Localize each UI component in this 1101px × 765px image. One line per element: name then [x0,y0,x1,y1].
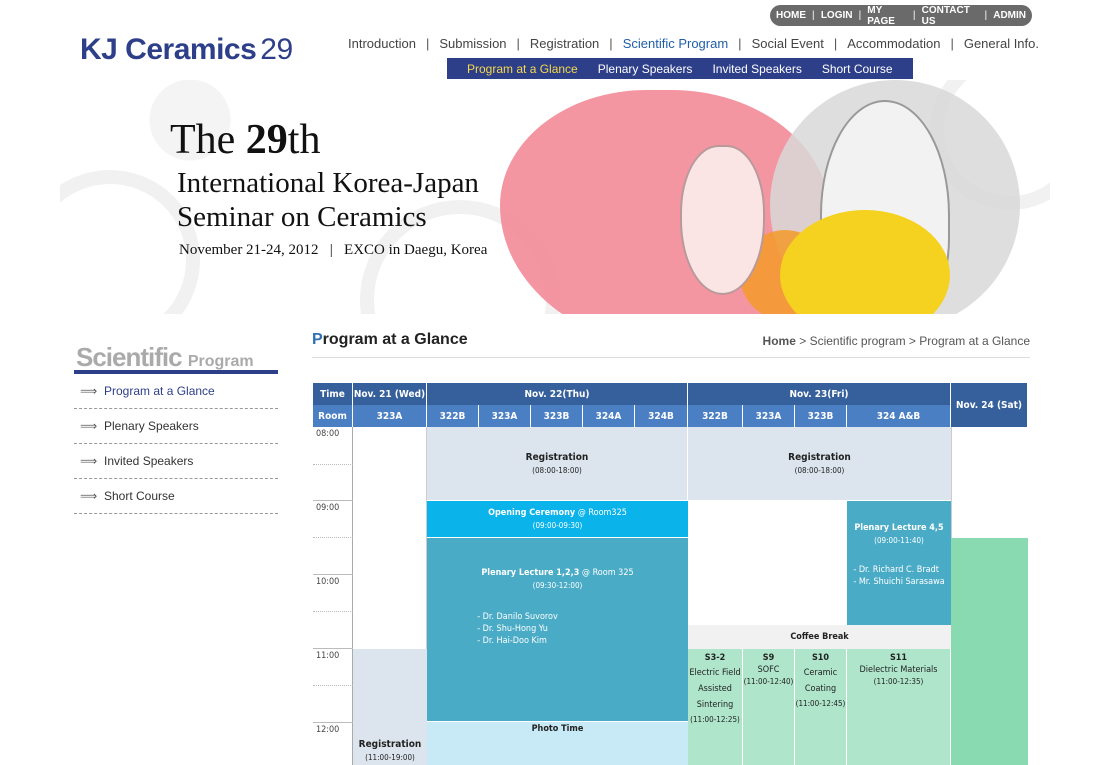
room-header: 324A [583,405,635,427]
time-column: 08:00 09:00 10:00 11:00 12:00 [313,427,353,765]
arrow-right-icon: ⟹ [80,419,98,433]
registration-wed[interactable]: Registration (11:00-19:00) [353,649,427,765]
arrow-right-icon: ⟹ [80,489,98,503]
sidebar-menu: ⟹ Program at a Glance ⟹ Plenary Speakers ⟹… [74,374,278,514]
sidebar-item-program-at-a-glance[interactable]: ⟹ Program at a Glance [74,374,278,409]
util-contact-link[interactable]: CONTACT US [916,5,985,27]
subnav-plenary-speakers[interactable]: Plenary Speakers [588,62,703,76]
sub-nav: Program at a Glance Plenary Speakers Inv… [447,58,913,79]
registration-thu[interactable]: Registration (08:00-18:00) [427,427,688,500]
arrow-right-icon: ⟹ [80,384,98,398]
sidebar-item-invited-speakers[interactable]: ⟹ Invited Speakers [74,444,278,479]
room-header: 323A [479,405,531,427]
plenary-lecture-4-5[interactable]: Plenary Lecture 4,5 (09:00-11:40) - Dr. … [847,501,951,625]
arrow-right-icon: ⟹ [80,454,98,468]
divider [312,357,1030,358]
subnav-short-course[interactable]: Short Course [812,62,903,76]
header-day-thu: Nov. 22(Thu) [427,383,688,405]
header-time: Time [313,383,353,405]
saturday-block[interactable] [951,538,1028,765]
room-header: 324B [635,405,688,427]
sidebar-item-short-course[interactable]: ⟹ Short Course [74,479,278,514]
banner-subtitle: International Korea-Japan Seminar on Cera… [177,167,479,233]
hero-banner: The 29th International Korea-Japan Semina… [60,80,1050,314]
header-day-wed: Nov. 21 (Wed) [353,383,427,405]
utility-nav: HOME | LOGIN | MY PAGE | CONTACT US | ADMIN [770,5,1032,27]
util-login-link[interactable]: LOGIN [815,10,859,21]
coffee-break[interactable]: Coffee Break [688,625,951,649]
empty-slot [951,427,1028,538]
session-s3-2[interactable]: S3-2 Electric Field Assisted Sintering (… [688,649,743,765]
nav-introduction[interactable]: Introduction [348,36,416,51]
room-header: 323B [795,405,847,427]
banner-title: The 29th [170,117,321,163]
room-header: 323A [353,405,427,427]
room-header: 324 A&B [847,405,951,427]
room-header: 322B [427,405,479,427]
empty-slot [688,501,847,625]
header-room: Room [313,405,353,427]
page-title: Program at a Glance [312,331,468,348]
header-day-fri: Nov. 23(Fri) [688,383,951,405]
room-header: 323A [743,405,795,427]
nav-registration[interactable]: Registration [530,36,599,51]
subnav-invited-speakers[interactable]: Invited Speakers [702,62,811,76]
time-label: 09:00 [316,503,340,513]
header-day-sat: Nov. 24 (Sat) [951,383,1028,427]
session-s11[interactable]: S11 Dielectric Materials (11:00-12:35) [847,649,951,765]
nav-accommodation[interactable]: Accommodation [847,36,940,51]
opening-ceremony[interactable]: Opening Ceremony @ Room325 (09:00-09:30) [427,501,688,537]
sidebar-item-plenary-speakers[interactable]: ⟹ Plenary Speakers [74,409,278,444]
time-label: 12:00 [316,725,340,735]
room-header: 322B [688,405,743,427]
site-logo[interactable]: KJ Ceramics 29 [80,33,293,67]
util-home-link[interactable]: HOME [770,10,812,21]
registration-fri[interactable]: Registration (08:00-18:00) [688,427,951,500]
empty-slot [353,427,427,649]
time-label: 11:00 [316,651,340,661]
session-s9[interactable]: S9 SOFC (11:00-12:40) [743,649,795,765]
breadcrumb: Home > Scientific program > Program at a… [762,334,1030,348]
plenary-lecture-1-2-3[interactable]: Plenary Lecture 1,2,3 @ Room 325 (09:30-… [427,538,688,721]
subnav-program-at-a-glance[interactable]: Program at a Glance [457,62,588,76]
session-s10[interactable]: S10 Ceramic Coating (11:00-12:45) [795,649,847,765]
banner-date-venue: November 21-24, 2012 | EXCO in Daegu, Ko… [179,242,488,258]
util-admin-link[interactable]: ADMIN [987,10,1032,21]
nav-scientific-program[interactable]: Scientific Program [623,36,728,51]
breadcrumb-home-link[interactable]: Home [763,334,796,348]
nav-submission[interactable]: Submission [439,36,506,51]
photo-time[interactable]: Photo Time [427,722,688,765]
nav-social-event[interactable]: Social Event [752,36,824,51]
util-mypage-link[interactable]: MY PAGE [861,5,913,27]
schedule-table: Time Nov. 21 (Wed) Nov. 22(Thu) Nov. 23(… [313,383,1028,765]
nav-general-info[interactable]: General Info. [964,36,1039,51]
sidebar-title: Scientific Program [76,342,254,372]
time-label: 10:00 [316,577,340,587]
banner-mask-small [680,145,765,295]
main-nav: Introduction | Submission | Registration | … [348,36,1039,51]
time-label: 08:00 [316,429,340,439]
room-header: 323B [531,405,583,427]
